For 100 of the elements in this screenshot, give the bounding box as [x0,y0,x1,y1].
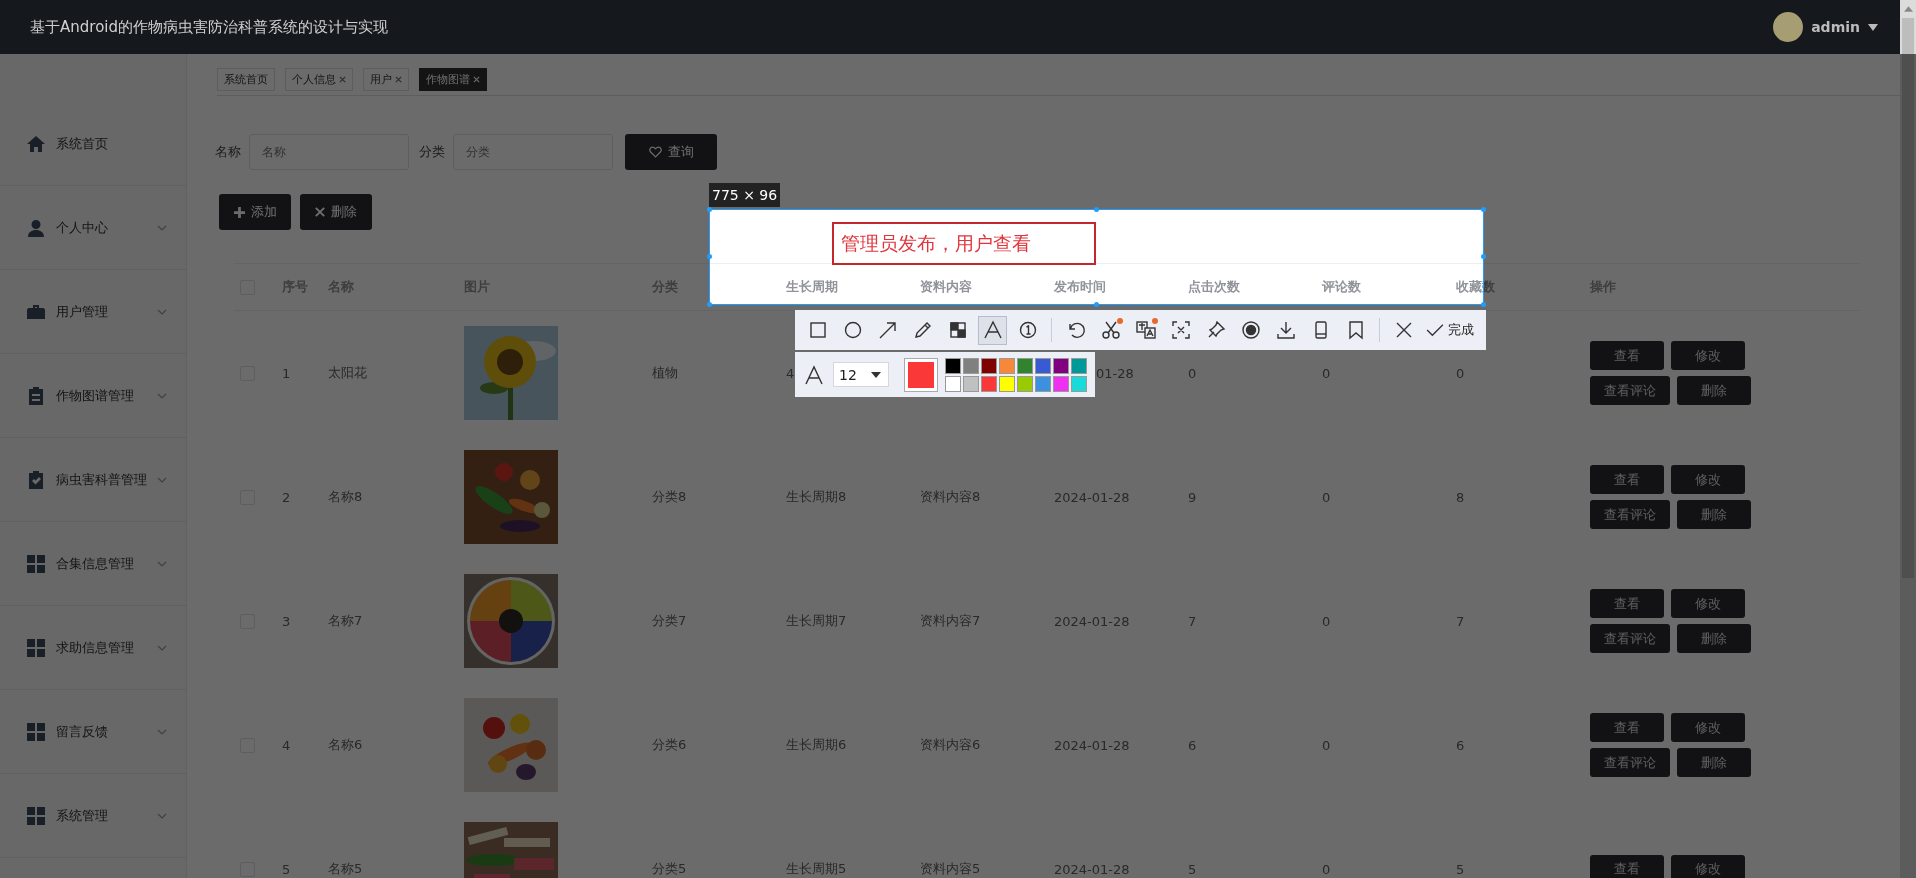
table-cell: 名称8 [328,488,363,506]
resize-handle[interactable] [1094,207,1099,212]
resize-handle[interactable] [707,302,712,307]
color-swatch[interactable] [1071,375,1087,392]
row-action-button[interactable]: 修改 [1671,713,1745,742]
color-swatch[interactable] [1035,375,1051,392]
color-swatch[interactable] [1017,375,1033,392]
row-action-button[interactable]: 修改 [1671,854,1745,878]
table-cell: 资料内容8 [920,488,981,506]
chevron-down-icon [157,813,167,819]
avatar[interactable] [1773,12,1804,42]
table-cell: 01-28 [1096,365,1134,381]
chevron-down-icon [157,477,167,483]
row-action-button[interactable]: 修改 [1671,589,1745,618]
table-cell: 太阳花 [328,364,367,382]
color-swatch[interactable] [945,357,961,374]
caret-icon[interactable] [1868,23,1878,31]
table-cell: 分类6 [652,736,687,754]
resize-handle[interactable] [1481,302,1486,307]
close-icon[interactable] [395,76,402,83]
add-button[interactable]: 添加 [219,194,291,230]
sidebar-item[interactable]: 病虫害科普管理 [0,438,186,522]
color-swatch[interactable] [963,357,979,374]
row-action-button[interactable]: 查看 [1590,854,1664,878]
table-cell: 生长周期8 [786,488,847,506]
column-header: 点击次数 [1188,278,1241,296]
sidebar-item[interactable]: 系统管理 [0,774,186,858]
row-action-button[interactable]: 查看 [1590,589,1664,618]
sidebar-item[interactable]: 求助信息管理 [0,606,186,690]
resize-handle[interactable] [1481,254,1486,259]
delete-button[interactable]: 删除 [300,194,372,230]
user-name[interactable]: admin [1811,19,1860,35]
table-cell: 生长周期5 [786,860,847,878]
row-action-button[interactable]: 查看 [1590,465,1664,494]
resize-handle[interactable] [1481,207,1486,212]
row-action-button[interactable]: 查看评论 [1590,500,1670,529]
table-cell: 植物 [652,364,678,382]
column-header: 发布时间 [1054,278,1107,296]
table-cell: 生长周期6 [786,736,847,754]
search-field[interactable]: 名称 [249,134,409,170]
table-cell: 资料内容6 [920,736,981,754]
text-annotation[interactable]: 管理员发布，用户查看 [832,222,1096,265]
scissors-icon [1099,319,1122,341]
sidebar-item[interactable]: 个人中心 [0,186,186,270]
row-action-button[interactable]: 修改 [1671,465,1745,494]
tab[interactable]: 系统首页 [217,68,275,91]
color-swatch[interactable] [981,357,997,374]
row-action-button[interactable]: 删除 [1677,376,1751,405]
scrollbar-thumb[interactable] [1902,18,1914,578]
check-icon [1426,323,1444,337]
resize-handle[interactable] [707,254,712,259]
row-action-button[interactable]: 查看 [1590,341,1664,370]
home-icon [26,133,46,154]
color-swatch[interactable] [1053,375,1069,392]
color-swatch[interactable] [1053,357,1069,374]
row-action-button[interactable]: 查看评论 [1590,748,1670,777]
color-swatch[interactable] [945,375,961,392]
text-tool-tool[interactable] [978,315,1007,345]
tab[interactable]: 个人信息 [285,68,353,91]
close-icon[interactable] [339,76,346,83]
row-action-button[interactable]: 删除 [1677,748,1751,777]
scrollbar[interactable] [1900,0,1916,878]
table-cell: 0 [1188,365,1197,381]
color-swatch[interactable] [999,375,1015,392]
scan-icon [1169,319,1192,341]
row-action-button[interactable]: 查看评论 [1590,376,1670,405]
scroll-up-icon[interactable] [1903,6,1913,12]
sidebar-item[interactable]: 合集信息管理 [0,522,186,606]
sidebar-item[interactable]: 用户管理 [0,270,186,354]
table-cell: 8 [1456,489,1465,505]
resize-handle[interactable] [707,207,712,212]
chevron-down-icon [157,729,167,735]
color-swatch[interactable] [999,357,1015,374]
done-button[interactable]: 完成 [1424,321,1476,339]
table-cell: 资料内容5 [920,860,981,878]
chevron-down-icon [157,225,167,231]
color-swatch[interactable] [1035,357,1051,374]
color-swatch[interactable] [1017,357,1033,374]
grid-icon [26,637,46,658]
row-action-button[interactable]: 查看评论 [1590,624,1670,653]
color-swatch[interactable] [963,375,979,392]
table-cell: 5 [1456,861,1465,877]
sidebar-item[interactable]: 系统首页 [0,102,186,186]
sidebar-item[interactable]: 留言反馈 [0,690,186,774]
font-size-dropdown[interactable]: 12 [833,362,889,387]
row-action-button[interactable]: 查看 [1590,713,1664,742]
table-cell: 资料内容7 [920,612,981,630]
tab[interactable]: 作物图谱 [419,68,487,91]
color-swatch[interactable] [981,375,997,392]
row-action-button[interactable]: 删除 [1677,624,1751,653]
color-swatch[interactable] [1071,357,1087,374]
resize-handle[interactable] [1094,302,1099,307]
tab[interactable]: 用户 [363,68,409,91]
row-action-button[interactable]: 删除 [1677,500,1751,529]
sidebar-item[interactable]: 作物图谱管理 [0,354,186,438]
search-button[interactable]: 查询 [625,134,717,170]
row-action-button[interactable]: 修改 [1671,341,1745,370]
heart-icon [648,146,662,158]
table-cell: 4 [282,737,291,753]
current-color-swatch[interactable] [905,358,937,391]
